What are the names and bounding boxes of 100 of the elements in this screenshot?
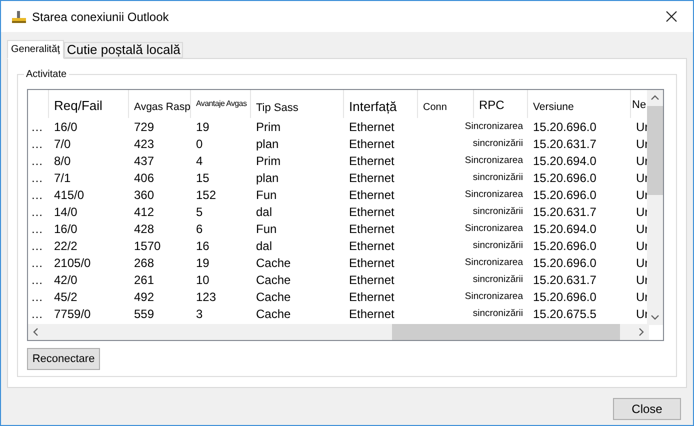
table-cell-text: 15.20.631.7 [532, 272, 596, 288]
table-cell-text: … [30, 220, 43, 238]
tab[interactable]: Generalităţ [7, 40, 64, 59]
table-cell-text: Sincronizarea [464, 256, 524, 270]
table-cell-text: 360 [133, 186, 154, 204]
table-cell-text: Sincronizarea [464, 290, 524, 304]
table-cell-text: 492 [133, 288, 154, 306]
table-cell-text: Ur [635, 220, 649, 238]
table-cell-text: 406 [133, 170, 154, 186]
table-cell-text: Ur [635, 152, 649, 170]
table-cell-text: Cache [255, 272, 291, 288]
table-cell-text: Ethernet [348, 306, 394, 322]
table-cell-text: … [30, 238, 43, 254]
table-cell-text: Ur [635, 238, 649, 254]
table-cell-text: 15.20.694.0 [532, 152, 596, 170]
close-button[interactable]: Close [613, 398, 681, 420]
table-cell-text: plan [255, 170, 279, 186]
vertical-scrollbar[interactable] [647, 90, 663, 325]
column-header[interactable]: RPC [474, 90, 528, 118]
column-header[interactable]: Avgas Rasp [129, 90, 191, 118]
table-cell-text: 412 [133, 204, 154, 220]
table-cell-text: 16/0 [53, 220, 78, 238]
table-cell-text: Fun [255, 186, 277, 204]
table-cell-text: 7/1 [53, 170, 71, 186]
table-cell-text: Ur [635, 186, 649, 204]
table-cell-text: … [30, 118, 43, 136]
table-cell-text: 5 [195, 204, 203, 220]
scroll-thumb[interactable] [647, 106, 663, 195]
close-icon[interactable] [666, 11, 677, 22]
scroll-up-icon[interactable] [651, 95, 659, 100]
table-cell-text: sincronizării [472, 239, 524, 254]
scroll-left-icon[interactable] [33, 328, 38, 336]
table-cell-text: sincronizării [472, 137, 524, 152]
table-cell-text: 268 [133, 254, 154, 272]
table-cell-text: … [30, 288, 43, 306]
table-cell-text: 1570 [133, 238, 161, 254]
table-cell-text: Cache [255, 288, 291, 306]
horizontal-scrollbar[interactable] [28, 324, 649, 340]
table-cell-text: 15.20.675.5 [532, 306, 596, 322]
table-cell-text: Ethernet [348, 272, 394, 288]
tab[interactable]: Cutie poștală locală [64, 42, 184, 58]
table-cell-text: 423 [133, 136, 154, 152]
table-cell-text: Ur [635, 118, 649, 136]
table-cell-text: sincronizării [472, 171, 524, 186]
table-cell-text: 42/0 [53, 272, 78, 288]
table-cell-text: 8/0 [53, 152, 71, 170]
column-header[interactable]: Tip Sass [251, 90, 344, 118]
table-cell-text: 15.20.694.0 [532, 220, 596, 238]
scroll-down-icon[interactable] [651, 315, 659, 320]
table-cell-text: 729 [133, 118, 154, 136]
reconnect-button[interactable]: Reconectare [27, 348, 100, 370]
table-cell-text: 22/2 [53, 238, 78, 254]
table-cell-text: … [30, 272, 43, 288]
table-cell-text: Ethernet [348, 136, 394, 152]
table-cell-text: 7759/0 [53, 306, 91, 322]
column-header[interactable]: Versiune [528, 90, 631, 118]
table-cell-text: 19 [195, 118, 210, 136]
table-cell-text: Ethernet [348, 186, 394, 204]
window-title: Starea conexiunii Outlook [32, 8, 169, 26]
table-cell-text: … [30, 136, 43, 152]
table-cell-text: Ur [635, 306, 649, 322]
table-cell-text: Fun [255, 220, 277, 238]
table-cell-text: 10 [195, 272, 210, 288]
table-cell-text: Ethernet [348, 152, 394, 170]
table-cell-text: 15.20.696.0 [532, 254, 596, 272]
table-cell-text: Cache [255, 254, 291, 272]
table-cell-text: Ethernet [348, 170, 394, 186]
table-cell-text: Prim [255, 152, 281, 170]
table-cell-text: 15.20.631.7 [532, 136, 596, 152]
table-cell-text: 152 [195, 186, 216, 204]
table-cell-text: Ethernet [348, 118, 394, 136]
table-cell-text: sincronizării [472, 205, 524, 220]
table-cell-text: 6 [195, 220, 203, 238]
table-cell-text: 15.20.696.0 [532, 288, 596, 306]
table-cell-text: 15.20.696.0 [532, 238, 596, 254]
scroll-right-icon[interactable] [639, 328, 644, 336]
table-cell-text: Sincronizarea [464, 188, 524, 202]
table-cell-text: 15.20.631.7 [532, 204, 596, 220]
table-cell-text: 415/0 [53, 186, 84, 204]
table-cell-text: … [30, 186, 43, 204]
table-cell-text: Ethernet [348, 238, 394, 254]
table-cell-text: 16/0 [53, 118, 78, 136]
table-cell-text: 15.20.696.0 [532, 118, 596, 136]
table-cell-text: Ur [635, 272, 649, 288]
table-cell-text: 3 [195, 306, 203, 322]
table-cell-text: … [30, 170, 43, 186]
column-header[interactable]: Req/Fail [49, 90, 129, 118]
table-cell-text: 15 [195, 170, 210, 186]
table-cell-text: … [30, 306, 43, 322]
table-cell-text: Sincronizarea [464, 222, 524, 236]
table-cell-text: Sincronizarea [464, 154, 524, 168]
table-cell-text: … [30, 204, 43, 220]
column-header[interactable]: Interfață [344, 90, 418, 118]
scroll-thumb[interactable] [392, 324, 620, 340]
column-header[interactable]: Conn [418, 90, 474, 118]
table-cell-text: Cache [255, 306, 291, 322]
table-cell-text: sincronizării [472, 273, 524, 288]
column-header[interactable]: Avantaje Avgas [191, 90, 251, 118]
table-cell-text: 261 [133, 272, 154, 288]
table-cell-text: dal [255, 204, 272, 220]
